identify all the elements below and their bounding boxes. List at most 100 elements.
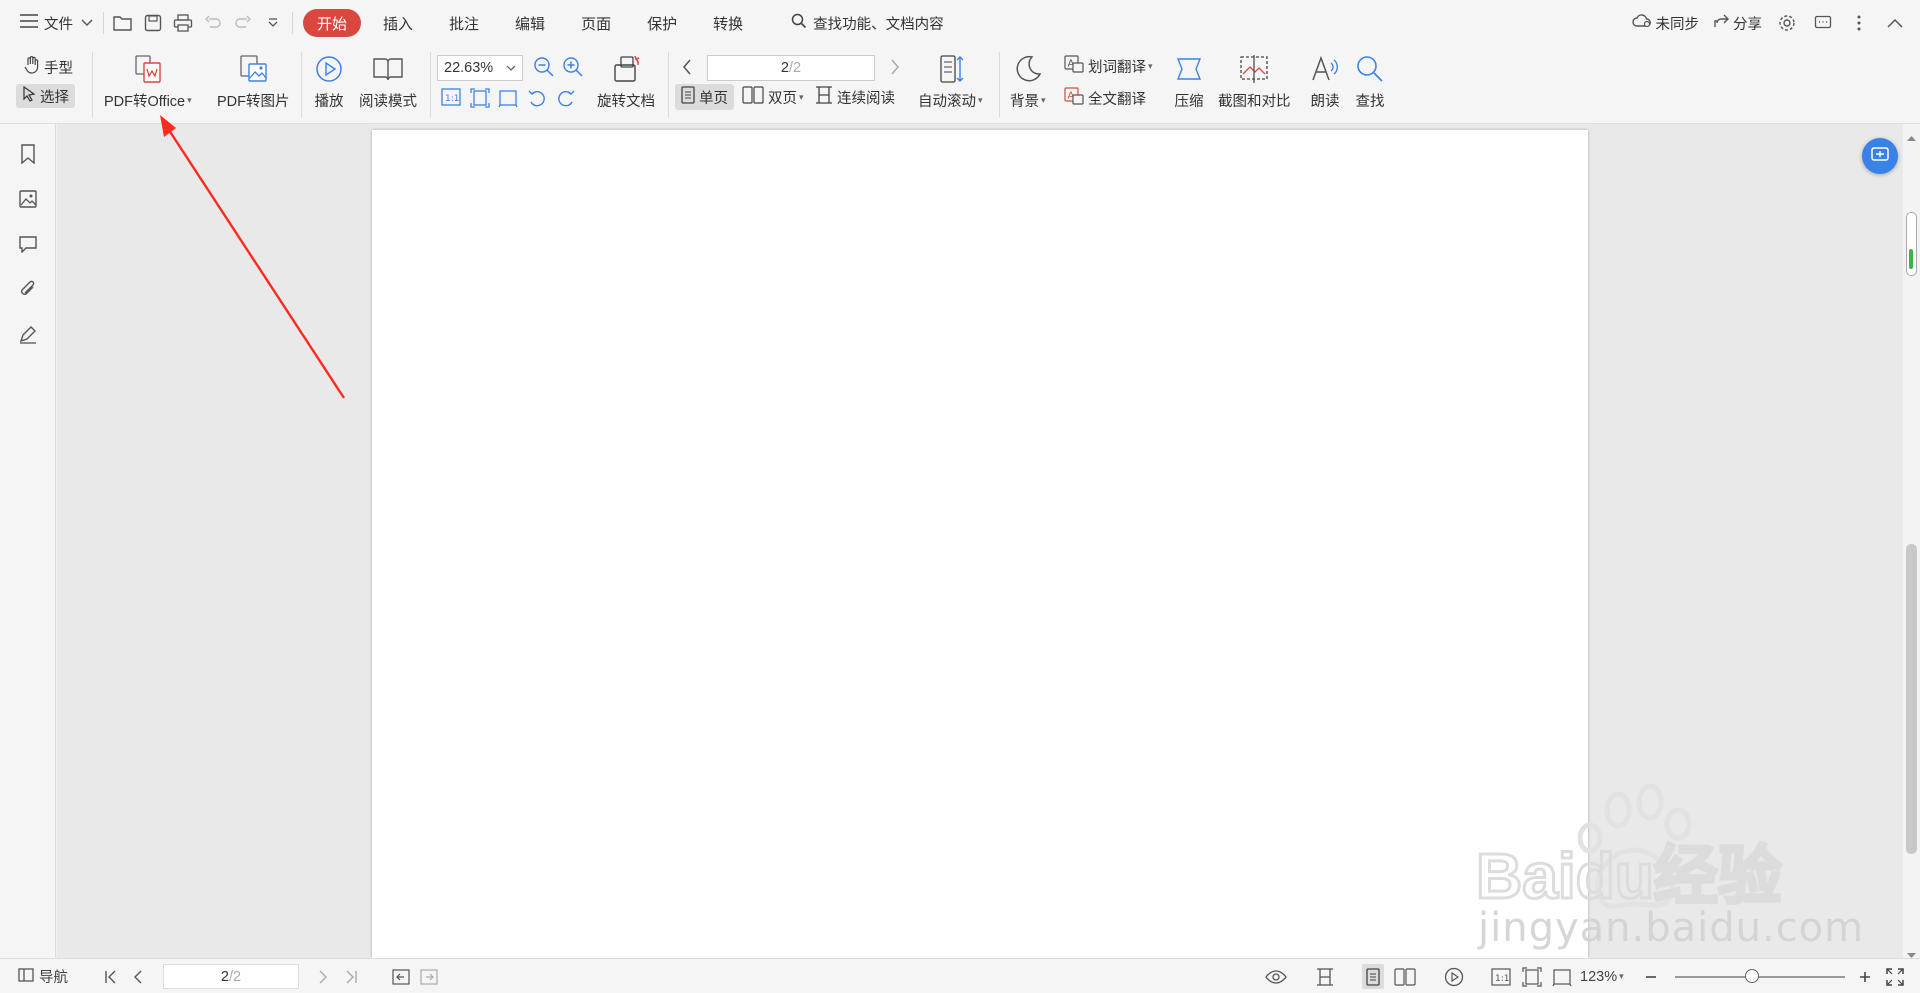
vertical-scrollbar[interactable] — [1903, 124, 1920, 958]
single-view-icon[interactable] — [1362, 964, 1384, 989]
sync-label: 未同步 — [1655, 16, 1700, 33]
feedback-icon[interactable] — [1808, 8, 1838, 38]
status-page-input[interactable]: 2/2 — [163, 964, 299, 989]
background-label: 背景 — [1010, 94, 1039, 110]
zoom-in-icon[interactable] — [562, 56, 584, 78]
customize-toolbar-icon[interactable] — [258, 8, 288, 38]
continuous-read-button[interactable]: 连续阅读 — [815, 84, 895, 110]
fullscreen-icon[interactable] — [1886, 959, 1904, 993]
actual-size-icon[interactable]: 1:1 — [1491, 959, 1511, 993]
prev-page-icon[interactable] — [133, 959, 143, 993]
next-page-icon[interactable] — [318, 959, 328, 993]
continuous-view-icon[interactable] — [1316, 959, 1334, 993]
word-translate-button[interactable]: A 划词翻译 ▾ — [1064, 55, 1153, 77]
pdf-page[interactable] — [372, 130, 1588, 958]
full-translate-button[interactable]: A 全文翻译 — [1064, 87, 1146, 109]
fit-width-icon[interactable] — [498, 88, 518, 108]
floating-translate-button[interactable] — [1862, 138, 1898, 174]
find-label: 查找 — [1355, 94, 1385, 110]
zoom-level-select[interactable]: 123% ▾ — [1580, 959, 1624, 993]
background-button[interactable]: 背景 ▾ — [1010, 52, 1046, 111]
compress-button[interactable]: 压缩 — [1172, 52, 1206, 111]
tab-annotate[interactable]: 批注 — [435, 9, 493, 37]
thumbnail-image-icon[interactable] — [15, 186, 41, 212]
ribbon-toolbar: 手型 选择 PDF转Office ▾ PDF转图片 播放 阅读模式 22.63%… — [0, 46, 1920, 124]
moon-icon — [1011, 52, 1045, 86]
tab-edit[interactable]: 编辑 — [501, 9, 559, 37]
share-button[interactable]: 分享 — [1709, 13, 1766, 34]
print-icon[interactable] — [168, 8, 198, 38]
continuous-read-label: 连续阅读 — [837, 90, 895, 107]
zoom-slider-track[interactable] — [1675, 976, 1845, 978]
status-page-current: 2 — [220, 968, 229, 985]
go-forward-icon[interactable] — [420, 959, 438, 993]
dropdown-arrow-icon: ▾ — [799, 91, 804, 102]
scroll-up-arrow-icon[interactable] — [1907, 128, 1916, 144]
rotate-right-icon[interactable] — [556, 88, 576, 108]
file-menu[interactable]: 文件 — [14, 8, 99, 38]
read-mode-button[interactable]: 阅读模式 — [359, 52, 417, 111]
zoom-minus-icon[interactable] — [1645, 959, 1657, 993]
pdf-to-image-button[interactable]: PDF转图片 — [217, 52, 290, 111]
scroll-thumb[interactable] — [1906, 544, 1917, 854]
feature-search[interactable]: 查找功能、文档内容 — [791, 13, 944, 34]
comment-icon[interactable] — [15, 231, 41, 257]
more-vertical-icon[interactable] — [1844, 8, 1874, 38]
settings-gear-icon[interactable] — [1772, 8, 1802, 38]
auto-scroll-button[interactable]: 自动滚动 ▾ — [918, 52, 983, 111]
pdf-to-office-button[interactable]: PDF转Office ▾ — [104, 52, 192, 111]
signature-pen-icon[interactable] — [15, 321, 41, 347]
bookmark-icon[interactable] — [15, 141, 41, 167]
undo-icon[interactable] — [198, 8, 228, 38]
zoom-slider-handle[interactable] — [1744, 969, 1759, 983]
tab-convert[interactable]: 转换 — [699, 9, 757, 37]
play-button[interactable]: 播放 — [312, 52, 346, 111]
select-tool-button[interactable]: 选择 — [16, 84, 75, 108]
redo-icon[interactable] — [228, 8, 258, 38]
single-page-button[interactable]: 单页 — [675, 84, 734, 110]
chevron-down-icon — [506, 60, 516, 76]
zoom-out-icon[interactable] — [533, 56, 555, 78]
fit-page-icon[interactable] — [470, 88, 490, 108]
tab-protect[interactable]: 保护 — [633, 9, 691, 37]
screenshot-compare-button[interactable]: 截图和对比 — [1218, 52, 1291, 111]
open-folder-icon[interactable] — [108, 8, 138, 38]
cloud-sync-icon — [1631, 13, 1652, 33]
last-page-icon[interactable] — [344, 959, 358, 993]
first-page-icon[interactable] — [104, 959, 118, 993]
navigation-toggle[interactable]: 导航 — [18, 959, 68, 993]
tab-page[interactable]: 页面 — [567, 9, 625, 37]
pdf-to-office-icon — [131, 52, 165, 86]
svg-text:1:1: 1:1 — [1495, 974, 1509, 984]
tab-start[interactable]: 开始 — [303, 9, 362, 37]
rotate-document-label: 旋转文档 — [597, 94, 655, 110]
sync-button[interactable]: 未同步 — [1628, 13, 1704, 34]
fit-width-icon[interactable] — [1552, 959, 1572, 993]
go-back-icon[interactable] — [392, 959, 410, 993]
zoom-plus-icon[interactable] — [1859, 959, 1871, 993]
divider — [103, 12, 104, 34]
attachment-paperclip-icon[interactable] — [15, 276, 41, 302]
play-slideshow-icon[interactable] — [1444, 959, 1464, 993]
double-page-button[interactable]: 双页 ▾ — [742, 84, 804, 110]
find-button[interactable]: 查找 — [1353, 52, 1387, 111]
zoom-select[interactable]: 22.63% — [437, 55, 523, 81]
page-current: 2 — [780, 60, 789, 76]
next-page-icon[interactable] — [890, 59, 900, 75]
collapse-ribbon-icon[interactable] — [1880, 8, 1910, 38]
hamburger-icon — [20, 14, 38, 32]
prev-page-icon[interactable] — [682, 59, 692, 75]
tab-insert[interactable]: 插入 — [369, 9, 427, 37]
double-view-icon[interactable] — [1394, 959, 1416, 993]
actual-size-icon[interactable]: 1:1 — [441, 88, 461, 106]
save-icon[interactable] — [138, 8, 168, 38]
page-number-input[interactable]: 2/2 — [707, 55, 875, 81]
hand-tool-button[interactable]: 手型 — [20, 56, 77, 78]
rotate-left-icon[interactable] — [527, 88, 547, 108]
status-page-total: /2 — [228, 968, 242, 985]
eye-protection-icon[interactable] — [1265, 959, 1287, 993]
scroll-indicator — [1909, 249, 1913, 269]
read-aloud-button[interactable]: 朗读 — [1308, 52, 1342, 111]
rotate-document-button[interactable]: 旋转文档 — [597, 52, 655, 111]
fit-page-icon[interactable] — [1522, 959, 1542, 993]
